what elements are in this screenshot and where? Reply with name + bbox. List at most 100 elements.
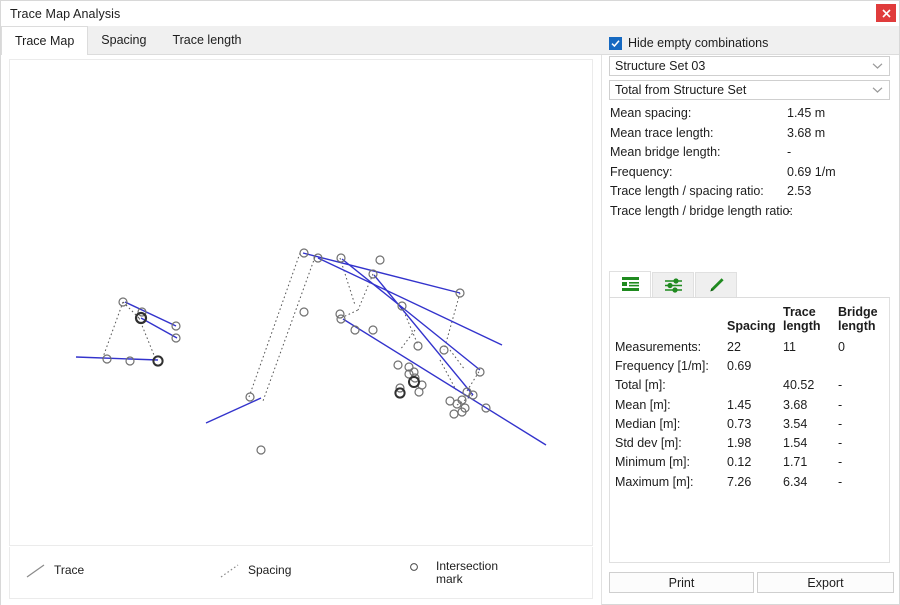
cell-trace-length: 1.71 xyxy=(783,453,838,472)
cell-trace-length: 3.68 xyxy=(783,395,838,414)
summary-row-frequency: Frequency: 0.69 1/m xyxy=(610,164,895,184)
structure-set-dropdown[interactable]: Structure Set 03 xyxy=(609,56,890,76)
trace-map-legend: Trace Spacing Intersection mark xyxy=(9,547,593,599)
row-label: Total [m]: xyxy=(615,376,727,395)
table-row: Median [m]: 0.73 3.54 - xyxy=(615,414,888,433)
summary-value: - xyxy=(787,204,791,218)
cell-spacing: 7.26 xyxy=(727,472,783,491)
solid-diagonal-line-icon xyxy=(24,563,50,579)
cell-spacing xyxy=(727,376,783,395)
tab-trace-map[interactable]: Trace Map xyxy=(1,26,88,55)
summary-value: 1.45 m xyxy=(787,106,825,120)
spacing-lines xyxy=(102,253,480,405)
cell-spacing: 0.73 xyxy=(727,414,783,433)
summary-row-trace-spacing-ratio: Trace length / spacing ratio: 2.53 xyxy=(610,183,895,203)
pencil-icon xyxy=(708,277,725,293)
tab-filter-settings[interactable] xyxy=(652,272,694,298)
cell-bridge-length: - xyxy=(838,376,888,395)
hide-empty-combinations-label: Hide empty combinations xyxy=(628,36,768,50)
cell-spacing: 0.69 xyxy=(727,356,783,375)
cell-bridge-length: - xyxy=(838,414,888,433)
cell-bridge-length: - xyxy=(838,395,888,414)
column-header-trace-line2: length xyxy=(783,320,838,334)
summary-label: Frequency: xyxy=(610,165,673,179)
cell-bridge-length: - xyxy=(838,453,888,472)
summary-value: - xyxy=(787,145,791,159)
table-row: Maximum [m]: 7.26 6.34 - xyxy=(615,472,888,491)
cell-bridge-length xyxy=(838,356,888,375)
summary-value: 3.68 m xyxy=(787,126,825,140)
column-header-bridge-line2: length xyxy=(838,320,888,334)
column-header-blank xyxy=(615,306,727,337)
tab-trace-length[interactable]: Trace length xyxy=(159,26,254,54)
cell-bridge-length: - xyxy=(838,433,888,452)
cell-spacing: 0.12 xyxy=(727,453,783,472)
tab-table-view[interactable] xyxy=(609,271,651,298)
cell-trace-length: 1.54 xyxy=(783,433,838,452)
cell-trace-length xyxy=(783,356,838,375)
trace-lines xyxy=(76,253,546,445)
legend-label-trace: Trace xyxy=(54,563,84,577)
summary-value: 2.53 xyxy=(787,184,811,198)
trace-map-canvas[interactable] xyxy=(9,59,593,546)
check-icon xyxy=(611,39,620,48)
cell-trace-length: 3.54 xyxy=(783,414,838,433)
summary-row-trace-bridge-ratio: Trace length / bridge length ratio: - xyxy=(610,203,895,223)
export-button[interactable]: Export xyxy=(757,572,894,593)
row-label: Frequency [1/m]: xyxy=(615,356,727,375)
summary-label: Mean bridge length: xyxy=(610,145,721,159)
table-body: Measurements: 22 11 0 Frequency [1/m]: 0… xyxy=(615,337,888,491)
structure-set-value: Structure Set 03 xyxy=(615,59,705,73)
table-row: Std dev [m]: 1.98 1.54 - xyxy=(615,433,888,452)
table-row: Total [m]: 40.52 - xyxy=(615,376,888,395)
legend-label-intersection-mark: Intersection mark xyxy=(436,559,498,586)
checkbox-box xyxy=(609,37,622,50)
trace-map-analysis-window: Trace Map Analysis Trace Map Spacing Tra… xyxy=(0,0,900,605)
cell-spacing: 22 xyxy=(727,337,783,356)
table-row: Minimum [m]: 0.12 1.71 - xyxy=(615,453,888,472)
table-head: Spacing Trace length Bridge length xyxy=(615,306,888,337)
analysis-side-panel: Hide empty combinations Structure Set 03… xyxy=(605,31,897,603)
hide-empty-combinations-checkbox[interactable]: Hide empty combinations xyxy=(609,36,768,50)
intersection-markers xyxy=(103,249,490,454)
summary-row-mean-spacing: Mean spacing: 1.45 m xyxy=(610,105,895,125)
summary-label: Trace length / spacing ratio: xyxy=(610,184,764,198)
statistics-table-panel: Spacing Trace length Bridge length Measu xyxy=(609,298,890,563)
summary-value: 0.69 1/m xyxy=(787,165,836,179)
cell-bridge-length: - xyxy=(838,472,888,491)
table-row: Measurements: 22 11 0 xyxy=(615,337,888,356)
legend-item-trace: Trace xyxy=(24,563,84,579)
dotted-diagonal-line-icon xyxy=(218,563,244,579)
table-row: Frequency [1/m]: 0.69 xyxy=(615,356,888,375)
aggregation-dropdown[interactable]: Total from Structure Set xyxy=(609,80,890,100)
table-header-row: Spacing Trace length Bridge length xyxy=(615,306,888,337)
close-glyph xyxy=(882,9,891,18)
cell-bridge-length: 0 xyxy=(838,337,888,356)
summary-statistics-list: Mean spacing: 1.45 m Mean trace length: … xyxy=(610,105,895,222)
pane-divider xyxy=(601,55,602,605)
sliders-icon xyxy=(665,278,682,293)
summary-label: Mean trace length: xyxy=(610,126,714,140)
cell-trace-length: 40.52 xyxy=(783,376,838,395)
print-button[interactable]: Print xyxy=(609,572,754,593)
chevron-down-icon xyxy=(872,62,883,70)
cell-spacing: 1.45 xyxy=(727,395,783,414)
legend-label-spacing: Spacing xyxy=(248,563,291,577)
row-label: Std dev [m]: xyxy=(615,433,727,452)
column-header-bridge-line1: Bridge xyxy=(838,306,888,320)
close-icon[interactable] xyxy=(876,4,896,22)
column-header-trace-length: Trace length xyxy=(783,306,838,337)
row-label: Median [m]: xyxy=(615,414,727,433)
chevron-down-icon xyxy=(872,86,883,94)
statistics-table: Spacing Trace length Bridge length Measu xyxy=(615,306,888,491)
row-label: Maximum [m]: xyxy=(615,472,727,491)
column-header-spacing: Spacing xyxy=(727,306,783,337)
table-view-icon xyxy=(622,277,639,292)
table-row: Mean [m]: 1.45 3.68 - xyxy=(615,395,888,414)
tab-edit[interactable] xyxy=(695,272,737,298)
column-header-trace-line1: Trace xyxy=(783,306,838,320)
summary-row-mean-trace-length: Mean trace length: 3.68 m xyxy=(610,125,895,145)
column-header-bridge-length: Bridge length xyxy=(838,306,888,337)
tab-spacing[interactable]: Spacing xyxy=(88,26,159,54)
summary-label: Mean spacing: xyxy=(610,106,691,120)
